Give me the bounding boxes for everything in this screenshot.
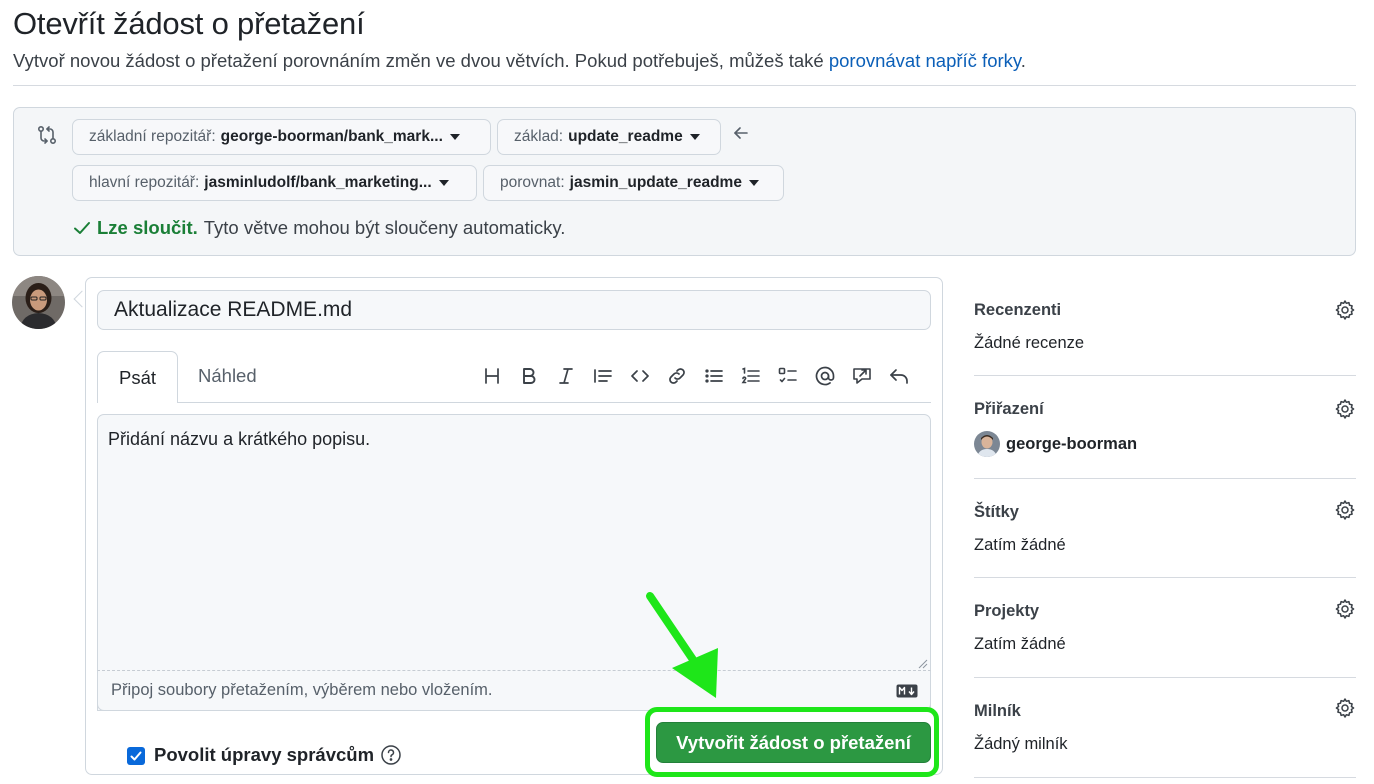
attach-hint: Připoj soubory přetažením, výběrem nebo … (111, 681, 493, 699)
projects-value: Zatím žádné (974, 635, 1066, 653)
base-branch-select[interactable]: základ: update_readme (497, 119, 721, 155)
avatar (12, 276, 65, 329)
italic-icon[interactable] (554, 364, 578, 388)
arrow-left-icon (734, 127, 748, 139)
sidebar-divider (974, 777, 1356, 778)
sidebar-divider (974, 375, 1356, 376)
link-icon[interactable] (665, 364, 689, 388)
tab-preview[interactable]: Náhled (198, 365, 257, 387)
task-list-icon[interactable] (776, 364, 800, 388)
compare-branch-value: jasmin_update_readme (569, 174, 742, 191)
check-icon (130, 751, 142, 761)
help-icon[interactable] (380, 744, 402, 766)
assignees-title[interactable]: Přiřazení (974, 400, 1044, 419)
reviewers-title[interactable]: Recenzenti (974, 301, 1061, 320)
page-subtitle: Vytvoř novou žádost o přetažení porovnán… (13, 50, 1026, 72)
milestone-title[interactable]: Milník (974, 702, 1021, 721)
head-repo-value: jasminludolf/bank_marketing... (204, 174, 432, 191)
base-repo-value: george-boorman/bank_mark... (220, 128, 443, 145)
ordered-list-icon[interactable] (739, 364, 763, 388)
allow-edits-checkbox[interactable] (127, 747, 145, 765)
gear-icon[interactable] (1334, 299, 1356, 321)
heading-icon[interactable] (480, 364, 504, 388)
undo-icon[interactable] (887, 364, 911, 388)
sidebar-divider (974, 577, 1356, 578)
compare-forks-link[interactable]: porovnávat napříč forky (829, 50, 1021, 71)
merge-status-ok: Lze sloučit. (97, 217, 198, 238)
compare-branch-label: porovnat: (500, 174, 565, 191)
unordered-list-icon[interactable] (702, 364, 726, 388)
description-text: Přidání názvu a krátkého popisu. (108, 429, 371, 449)
check-icon (74, 222, 90, 234)
avatar (974, 431, 1000, 457)
compare-branches-box: základní repozitář: george-boorman/bank_… (13, 107, 1356, 256)
base-branch-label: základ: (514, 128, 564, 145)
reviewers-value: Žádné recenze (974, 334, 1085, 352)
subtitle-suffix: . (1020, 50, 1026, 71)
chevron-down-icon (689, 134, 700, 140)
projects-title[interactable]: Projekty (974, 602, 1039, 621)
gear-icon[interactable] (1334, 697, 1356, 719)
tab-divider (178, 402, 931, 403)
reference-icon[interactable] (850, 364, 874, 388)
base-branch-value: update_readme (568, 128, 683, 145)
markdown-toolbar (480, 364, 924, 388)
mention-icon[interactable] (813, 364, 837, 388)
title-input[interactable]: Aktualizace README.md (97, 290, 931, 330)
resize-grip-icon[interactable] (918, 659, 928, 669)
gear-icon[interactable] (1334, 398, 1356, 420)
assignee-name: george-boorman (1006, 434, 1138, 453)
annotation-arrow-icon (646, 592, 718, 698)
base-repo-select[interactable]: základní repozitář: george-boorman/bank_… (72, 119, 491, 155)
labels-value: Zatím žádné (974, 536, 1066, 554)
tab-write[interactable]: Psát (97, 351, 178, 403)
sidebar-divider (974, 478, 1356, 479)
markdown-icon (896, 684, 918, 698)
assignee-item[interactable]: george-boorman (974, 431, 1137, 457)
head-repo-select[interactable]: hlavní repozitář: jasminludolf/bank_mark… (72, 165, 477, 201)
header-divider (13, 85, 1356, 86)
gear-icon[interactable] (1334, 499, 1356, 521)
sidebar-divider (974, 677, 1356, 678)
quote-icon[interactable] (591, 364, 615, 388)
labels-title[interactable]: Štítky (974, 503, 1019, 522)
subtitle-text: Vytvoř novou žádost o přetažení porovnán… (13, 50, 829, 71)
chevron-down-icon (438, 180, 449, 186)
base-repo-label: základní repozitář: (89, 128, 216, 145)
head-repo-label: hlavní repozitář: (89, 174, 200, 191)
chevron-down-icon (748, 180, 759, 186)
attach-files-bar[interactable]: Připoj soubory přetažením, výběrem nebo … (97, 659, 931, 711)
merge-status: Lze sloučit. Tyto větve mohou být slouče… (72, 217, 565, 239)
code-icon[interactable] (628, 364, 652, 388)
pull-request-form: Aktualizace README.md Psát Náhled Přidán… (85, 277, 943, 775)
compare-branch-select[interactable]: porovnat: jasmin_update_readme (483, 165, 784, 201)
chevron-down-icon (449, 134, 460, 140)
milestone-value: Žádný milník (974, 735, 1068, 753)
page-title: Otevřít žádost o přetažení (13, 6, 365, 41)
bold-icon[interactable] (517, 364, 541, 388)
description-textarea[interactable]: Přidání názvu a krátkého popisu. (97, 414, 931, 711)
compare-icon (37, 125, 57, 145)
create-pull-request-button[interactable]: Vytvořit žádost o přetažení (656, 722, 931, 763)
allow-edits-label[interactable]: Povolit úpravy správcům (154, 744, 374, 766)
gear-icon[interactable] (1334, 598, 1356, 620)
merge-status-text: Tyto větve mohou být sloučeny automatick… (203, 217, 566, 238)
